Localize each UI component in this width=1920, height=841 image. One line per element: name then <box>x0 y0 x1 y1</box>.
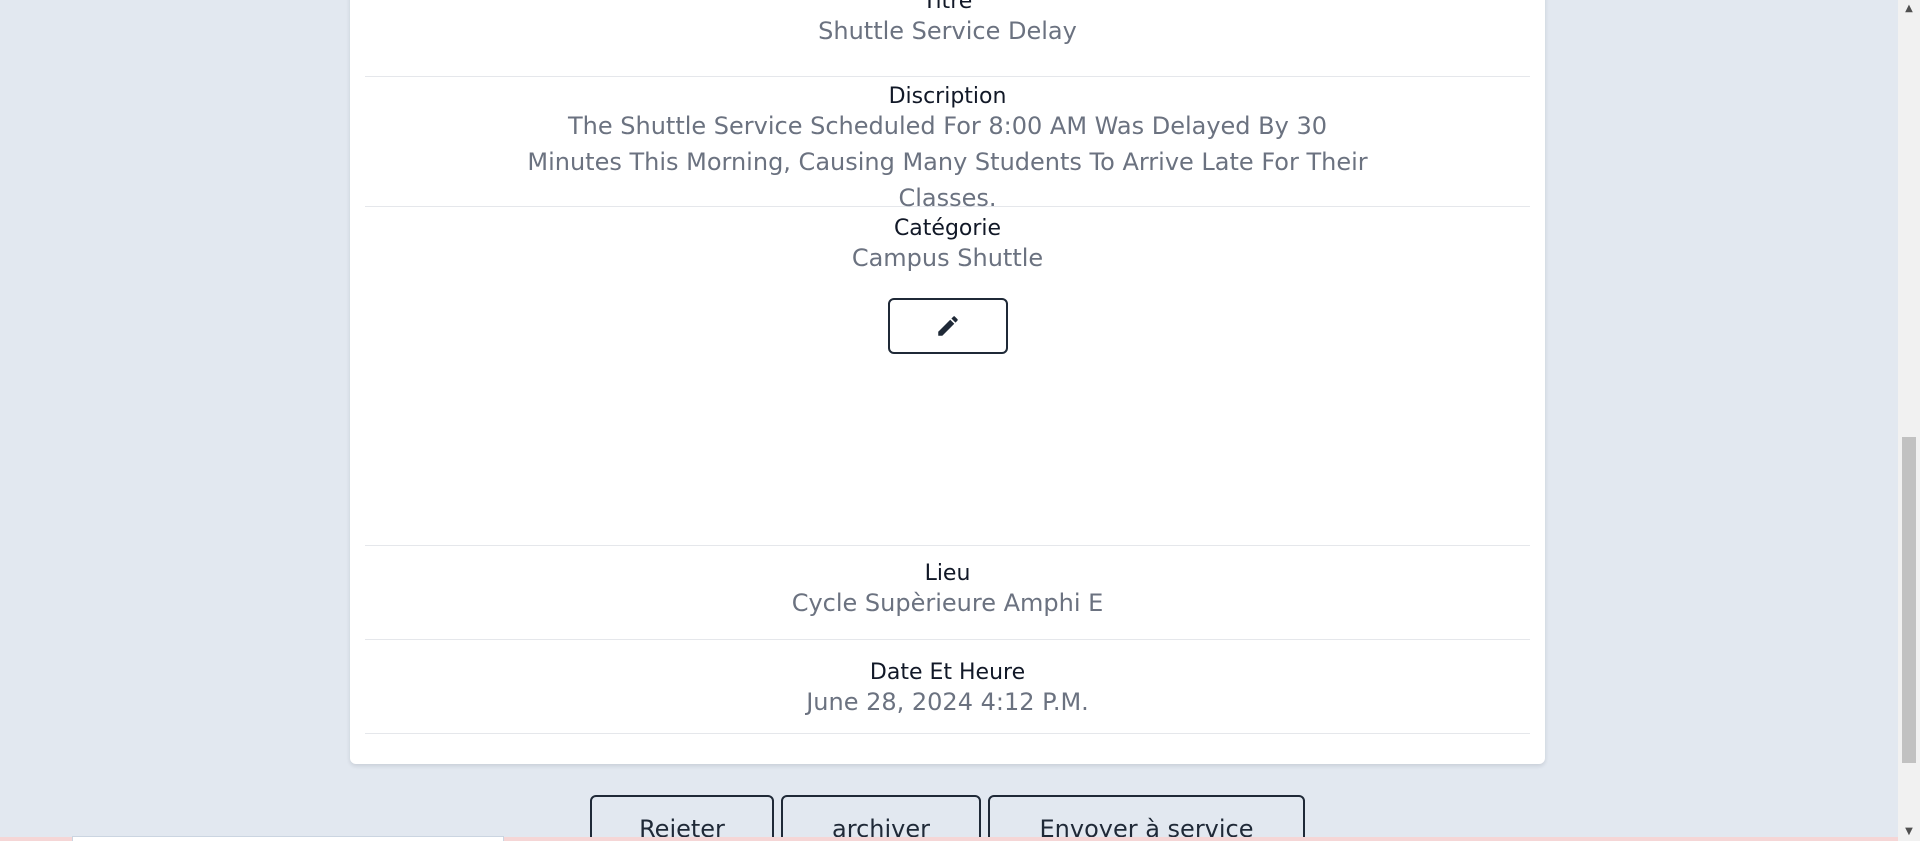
scrollbar-thumb[interactable] <box>1902 437 1916 763</box>
datetime-value: June 28, 2024 4:12 P.M. <box>806 688 1089 716</box>
page-viewport: Titre Shuttle Service Delay Discription … <box>0 0 1920 841</box>
complaint-detail-card: Titre Shuttle Service Delay Discription … <box>350 0 1545 764</box>
description-value: The Shuttle Service Scheduled For 8:00 A… <box>527 112 1368 212</box>
title-value: Shuttle Service Delay <box>818 17 1077 45</box>
category-label: Catégorie <box>893 216 1002 241</box>
archive-button[interactable]: archiver <box>781 795 981 841</box>
location-value: Cycle Supèrieure Amphi E <box>791 589 1104 617</box>
description-label: Discription <box>888 84 1007 109</box>
detail-row-description: Discription The Shuttle Service Schedule… <box>365 76 1530 212</box>
action-button-group: Rejeter archiver Envoyer à service <box>0 795 1920 841</box>
location-label: Lieu <box>924 561 971 586</box>
datetime-label: Date Et Heure <box>869 660 1026 685</box>
scroll-up-arrow-icon[interactable]: ▲ <box>1898 0 1920 18</box>
scroll-down-arrow-icon[interactable]: ▼ <box>1898 823 1920 841</box>
edit-category-button[interactable] <box>887 298 1008 354</box>
detail-row-category: Catégorie Campus Shuttle <box>365 206 1530 546</box>
send-to-service-button[interactable]: Envoyer à service <box>988 795 1305 841</box>
reject-button[interactable]: Rejeter <box>590 795 774 841</box>
vertical-scrollbar[interactable]: ▲ ▼ <box>1898 0 1920 841</box>
detail-row-location: Lieu Cycle Supèrieure Amphi E <box>365 545 1530 640</box>
bottom-panel-input[interactable] <box>72 836 504 841</box>
detail-row-datetime: Date Et Heure June 28, 2024 4:12 P.M. <box>365 639 1530 734</box>
category-value: Campus Shuttle <box>851 244 1044 272</box>
detail-row-title: Titre Shuttle Service Delay <box>365 0 1530 77</box>
pencil-icon <box>937 316 958 336</box>
